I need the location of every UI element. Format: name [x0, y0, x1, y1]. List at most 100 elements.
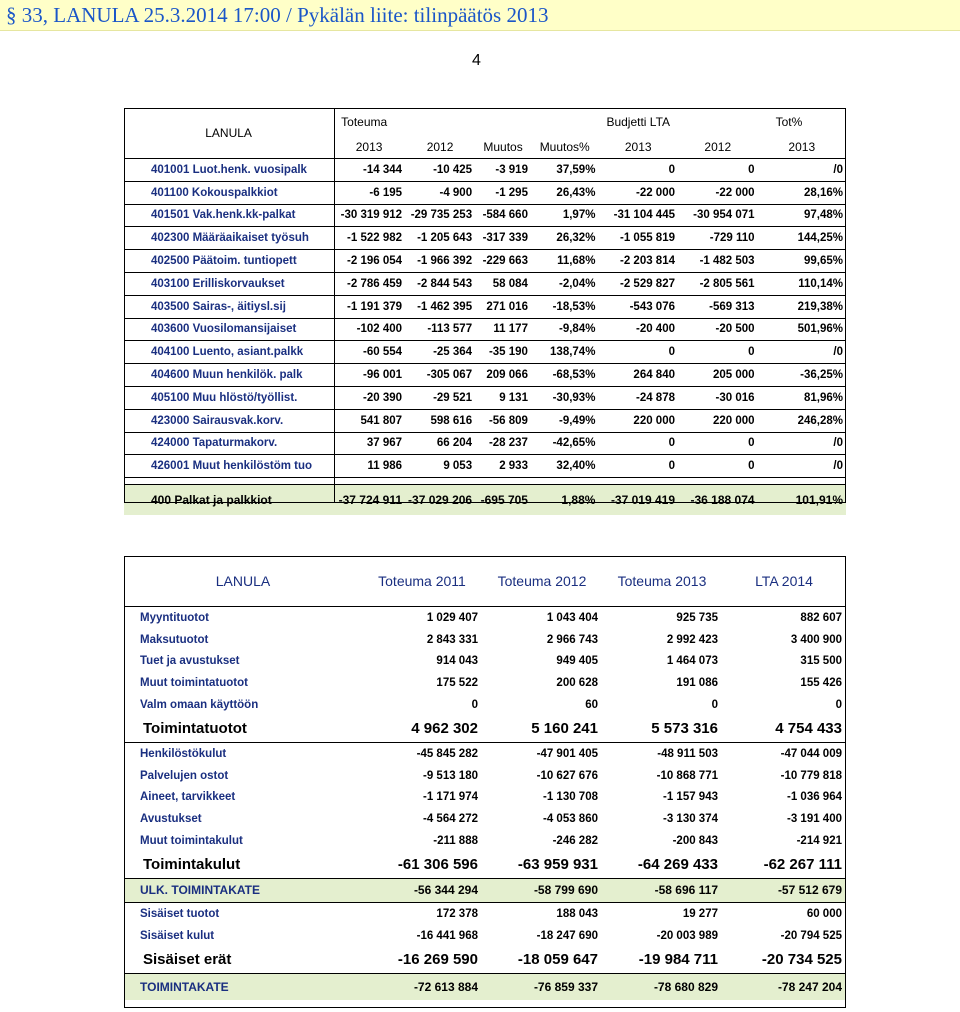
item-value: -10 627 676	[536, 769, 598, 782]
account-value: 97,48%	[757, 204, 846, 228]
account-value: -305 067	[405, 363, 476, 387]
item-value: 3 400 900	[790, 633, 842, 646]
account-value: -18,53%	[530, 295, 599, 319]
account-label: 403500 Sairas-, äitiysl.sij	[124, 295, 334, 319]
account-value: 0	[598, 432, 678, 456]
table-row: 404600 Muun henkilök. palk -96 001 -305 06…	[124, 363, 846, 387]
account-value: 2 933	[475, 454, 531, 479]
item-value: 315 500	[800, 655, 842, 668]
table2-column-header: Toteuma 2012	[497, 573, 587, 589]
item-label: Muut toimintatuotot	[140, 677, 248, 690]
item-label: Sisäiset erät	[124, 946, 362, 974]
item-label: Toimintatuotot	[124, 715, 362, 743]
table1-column-header: 2013	[333, 136, 406, 159]
account-value: -9,84%	[530, 318, 599, 342]
account-label: 424000 Tapaturmakorv.	[124, 432, 334, 456]
total-value: -36 188 074	[678, 484, 758, 516]
account-value: 0	[598, 454, 678, 479]
account-value: 11 177	[475, 318, 531, 342]
item-value: -63 959 931	[482, 851, 602, 879]
account-value: 99,65%	[757, 249, 846, 273]
group-tot-percent: Tot%	[775, 115, 803, 129]
item-value: 1 029 407	[426, 611, 478, 624]
account-value: -1 462 395	[405, 295, 476, 319]
item-label: Aineet, tarvikkeet	[140, 791, 236, 804]
account-value: -20 390	[333, 386, 406, 410]
account-value: 37,59%	[530, 158, 599, 182]
item-value: -64 269 433	[602, 851, 722, 879]
account-value: -1 522 982	[333, 226, 406, 251]
item-value: -4 053 860	[543, 813, 598, 826]
account-label: 401100 Kokouspalkkiot	[124, 181, 334, 205]
account-value: 220 000	[678, 409, 758, 433]
account-value: -25 364	[405, 340, 476, 365]
account-value: -3 919	[475, 158, 531, 182]
account-value: 81,96%	[757, 386, 846, 410]
item-value: -76 859 337	[482, 973, 602, 1000]
table-row: Palvelujen ostot -9 513 180 -10 627 676 -10…	[124, 765, 846, 787]
table-row: Henkilöstökulut -45 845 282 -47 901 405 -48…	[124, 742, 846, 764]
item-value: -1 171 974	[423, 791, 478, 804]
item-value: 188 043	[556, 907, 598, 920]
total-value: -37 724 911	[333, 484, 406, 516]
item-value: 0	[471, 699, 478, 712]
table1-corner-label: LANULA	[124, 108, 334, 159]
account-value: 0	[678, 454, 758, 479]
account-value: -22 000	[678, 181, 758, 205]
account-value: 26,32%	[530, 226, 599, 251]
account-value: -10 425	[405, 158, 476, 182]
account-value: -4 900	[405, 181, 476, 205]
item-value: -20 794 525	[780, 929, 842, 942]
item-label: Avustukset	[140, 813, 202, 826]
item-value: 172 378	[436, 907, 478, 920]
total-value: -37 029 206	[405, 484, 476, 516]
item-value: 1 464 073	[666, 655, 718, 668]
account-value: 264 840	[598, 363, 678, 387]
account-value: 0	[678, 158, 758, 182]
table-row: 423000 Sairausvak.korv. 541 807 598 616 -56…	[124, 409, 846, 433]
account-label: 402500 Päätoim. tuntiopett	[124, 249, 334, 273]
account-value: -60 554	[333, 340, 406, 365]
group-toteuma: Toteuma	[341, 115, 388, 129]
item-value: -246 282	[552, 835, 598, 848]
account-value: -20 400	[598, 318, 678, 342]
account-label: 423000 Sairausvak.korv.	[124, 409, 334, 433]
account-value: -56 809	[475, 409, 531, 433]
table-row: 401001 Luot.henk. vuosipalk -14 344 -10 42…	[124, 158, 846, 182]
account-value: -2 805 561	[678, 272, 758, 296]
table-row: Tuet ja avustukset 914 043 949 405 1 464 07…	[124, 651, 846, 673]
item-value: -48 911 503	[657, 747, 718, 760]
item-value: 5 160 241	[482, 715, 602, 743]
item-value: -10 779 818	[780, 769, 842, 782]
account-value: -1 205 643	[405, 226, 476, 251]
item-value: 200 628	[556, 677, 598, 690]
table1-column-header: Muutos%	[530, 136, 599, 159]
item-value: -78 247 204	[722, 973, 846, 1000]
item-value: 175 522	[436, 677, 478, 690]
account-value: 0	[678, 340, 758, 365]
document-header: § 33, LANULA 25.3.2014 17:00 / Pykälän l…	[0, 0, 960, 31]
total-value: 101,91%	[757, 484, 846, 516]
item-value: 2 966 743	[546, 633, 598, 646]
account-value: -1 482 503	[678, 249, 758, 273]
item-value: -57 512 679	[722, 878, 846, 903]
item-value: 4 754 433	[722, 715, 846, 743]
item-label: Henkilöstökulut	[140, 747, 227, 760]
item-value: -56 344 294	[362, 878, 482, 903]
table-row: Valm omaan käyttöön 0 60 0 0	[124, 694, 846, 716]
big-row: Toimintakulut -61 306 596 -63 959 931 -64 2…	[124, 851, 846, 879]
big-row: Toimintatuotot 4 962 302 5 160 241 5 573 31…	[124, 715, 846, 743]
item-value: -3 130 374	[663, 813, 718, 826]
item-value: -58 799 690	[482, 878, 602, 903]
table2-column-header: LTA 2014	[755, 573, 813, 589]
item-value: 60 000	[806, 907, 842, 920]
account-value: /0	[757, 340, 846, 365]
table-row: Sisäiset kulut -16 441 968 -18 247 690 -20 …	[124, 925, 846, 947]
account-label: 401001 Luot.henk. vuosipalk	[124, 158, 334, 182]
document-title: § 33, LANULA 25.3.2014 17:00 / Pykälän l…	[6, 3, 549, 27]
item-value: -18 247 690	[536, 929, 598, 942]
total-value: 1,88%	[530, 484, 599, 516]
item-value: -47 901 405	[536, 747, 598, 760]
hl-row: ULK. TOIMINTAKATE -56 344 294 -58 799 690-…	[124, 878, 846, 903]
table1-column-header: 2013	[598, 136, 678, 159]
